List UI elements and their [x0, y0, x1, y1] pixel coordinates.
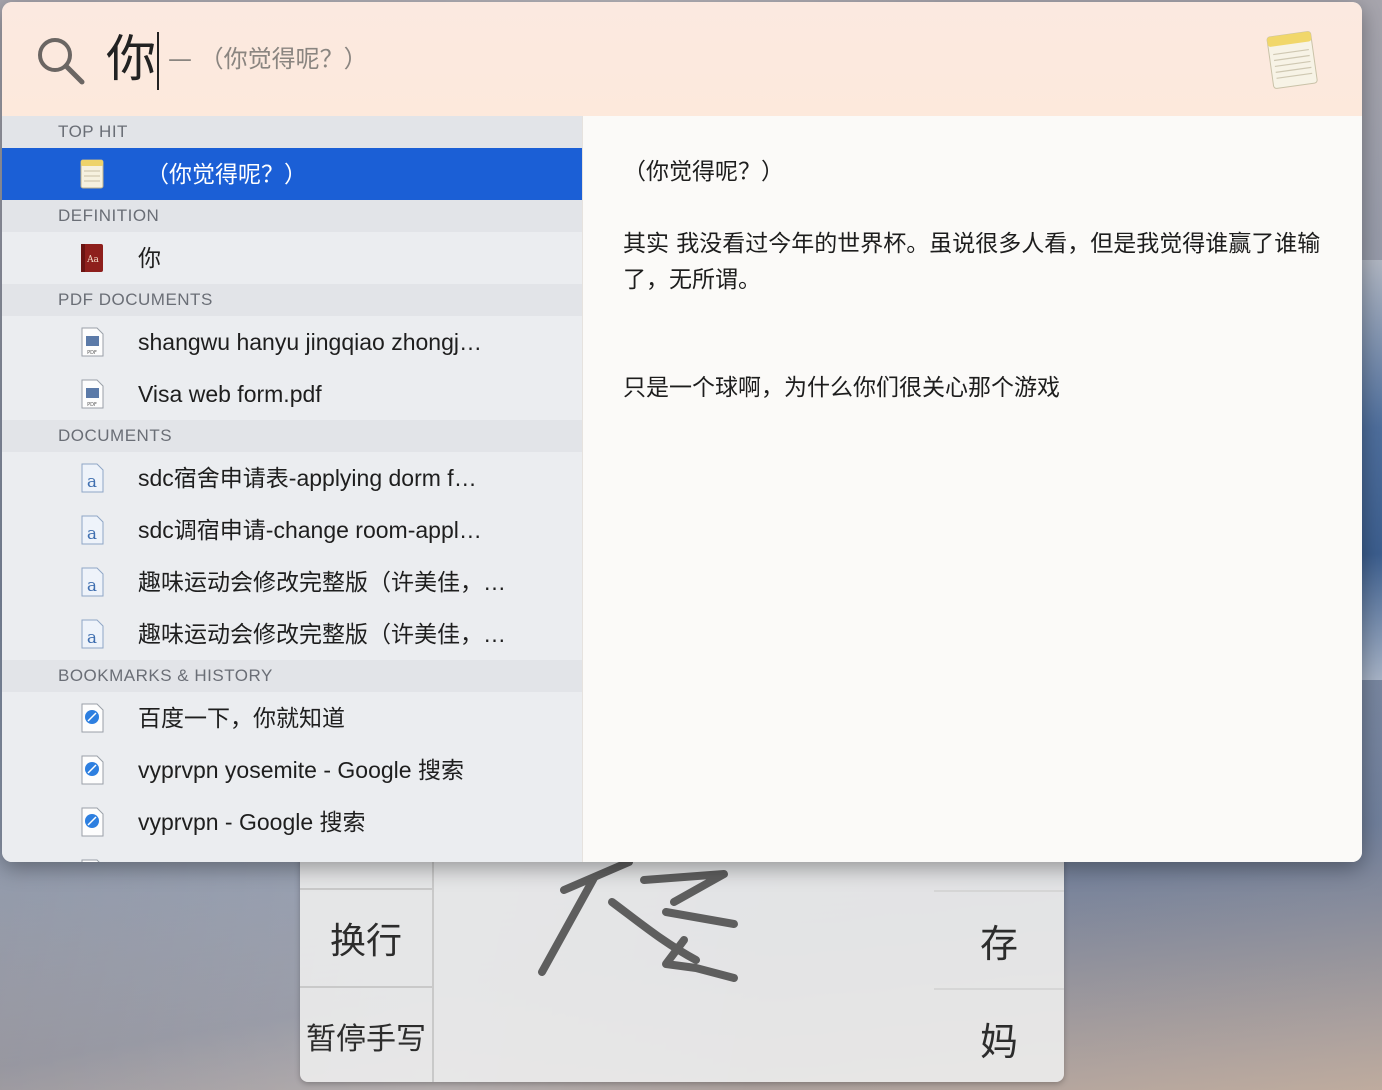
- svg-text:a: a: [87, 576, 97, 596]
- result-row-pdf[interactable]: PDF Visa web form.pdf: [2, 368, 582, 420]
- result-row-bookmark[interactable]: vyprvpn - Google 搜索: [2, 796, 582, 848]
- preview-pane: （你觉得呢？） 其实 我没看过今年的世界杯。虽说很多人看，但是我觉得谁赢了谁输了…: [582, 116, 1362, 862]
- result-label: 你: [138, 245, 161, 271]
- svg-text:a: a: [87, 472, 97, 492]
- search-completion: — （你觉得呢？）: [168, 45, 368, 73]
- desktop-wallpaper-edge: [1362, 260, 1382, 680]
- preview-paragraph: 其实 我没看过今年的世界杯。虽说很多人看，但是我觉得谁赢了谁输了，无所谓。: [623, 231, 1321, 293]
- document-icon: a: [81, 567, 104, 597]
- svg-text:PDF: PDF: [87, 350, 97, 356]
- section-header-documents: DOCUMENTS: [2, 420, 582, 452]
- webloc-icon: [81, 703, 104, 733]
- result-row-pdf[interactable]: PDF shangwu hanyu jingqiao zhongj…: [2, 316, 582, 368]
- result-label: shangwu hanyu jingqiao zhongj…: [138, 329, 482, 355]
- section-header-pdf-documents: PDF DOCUMENTS: [2, 284, 582, 316]
- notes-app-icon: [1266, 31, 1318, 89]
- preview-title: （你觉得呢？）: [623, 159, 784, 185]
- document-icon: a: [81, 619, 104, 649]
- result-label: 趣味运动会修改完整版（许美佳，…: [138, 621, 506, 647]
- pause-handwriting-key[interactable]: 暂停手写: [300, 986, 432, 1084]
- result-label: sdc调宿申请-change room-appl…: [138, 517, 482, 543]
- dictionary-icon: Aa: [81, 244, 103, 272]
- spotlight-window: 你 — （你觉得呢？） TOP HIT （你觉得呢？） DEFINITION A…: [2, 2, 1362, 862]
- newline-key[interactable]: 换行: [300, 888, 432, 986]
- result-row-partial[interactable]: [2, 848, 582, 862]
- result-row-top-hit[interactable]: （你觉得呢？）: [2, 148, 582, 200]
- document-icon: a: [81, 463, 104, 493]
- result-label: sdc宿舍申请表-applying dorm f…: [138, 465, 477, 491]
- result-label: 百度一下，你就知道: [138, 705, 345, 731]
- result-label: （你觉得呢？）: [146, 161, 307, 187]
- section-header-top-hit: TOP HIT: [2, 116, 582, 148]
- handwriting-input-panel: 换行 暂停手写 存 妈: [300, 840, 1064, 1082]
- handwriting-left-keys: 换行 暂停手写: [300, 840, 434, 1082]
- document-icon: a: [81, 515, 104, 545]
- result-row-document[interactable]: a 趣味运动会修改完整版（许美佳，…: [2, 608, 582, 660]
- webloc-icon: [81, 755, 104, 785]
- result-row-document[interactable]: a 趣味运动会修改完整版（许美佳，…: [2, 556, 582, 608]
- result-label: Visa web form.pdf: [138, 381, 322, 407]
- search-icon: [38, 38, 85, 85]
- result-label: vyprvpn yosemite - Google 搜索: [138, 757, 464, 783]
- preview-paragraph: 只是一个球啊，为什么你们很关心那个游戏: [623, 375, 1060, 401]
- search-input[interactable]: 你: [106, 24, 156, 94]
- text-caret: [157, 32, 159, 90]
- webloc-icon: [81, 807, 104, 837]
- notes-icon: [80, 159, 104, 189]
- handwriting-candidates: 存 妈: [934, 840, 1064, 1082]
- webloc-icon: [81, 859, 100, 862]
- result-label: vyprvpn - Google 搜索: [138, 809, 366, 835]
- result-row-bookmark[interactable]: 百度一下，你就知道: [2, 692, 582, 744]
- result-row-bookmark[interactable]: vyprvpn yosemite - Google 搜索: [2, 744, 582, 796]
- svg-text:a: a: [87, 524, 97, 544]
- section-header-bookmarks-history: BOOKMARKS & HISTORY: [2, 660, 582, 692]
- result-label: 趣味运动会修改完整版（许美佳，…: [138, 569, 506, 595]
- pdf-icon: PDF: [81, 379, 104, 409]
- candidate-2[interactable]: 妈: [934, 988, 1064, 1086]
- svg-text:a: a: [87, 628, 97, 648]
- results-list: TOP HIT （你觉得呢？） DEFINITION Aa 你 PDF DOCU…: [2, 116, 582, 862]
- section-header-definition: DEFINITION: [2, 200, 582, 232]
- candidate-1[interactable]: 存: [934, 890, 1064, 988]
- result-row-document[interactable]: a sdc宿舍申请表-applying dorm f…: [2, 452, 582, 504]
- handwriting-canvas[interactable]: [434, 840, 934, 1082]
- search-bar: 你 — （你觉得呢？）: [2, 2, 1362, 117]
- result-row-definition[interactable]: Aa 你: [2, 232, 582, 284]
- svg-text:PDF: PDF: [87, 402, 97, 408]
- pdf-icon: PDF: [81, 327, 104, 357]
- svg-text:Aa: Aa: [86, 255, 99, 265]
- result-row-document[interactable]: a sdc调宿申请-change room-appl…: [2, 504, 582, 556]
